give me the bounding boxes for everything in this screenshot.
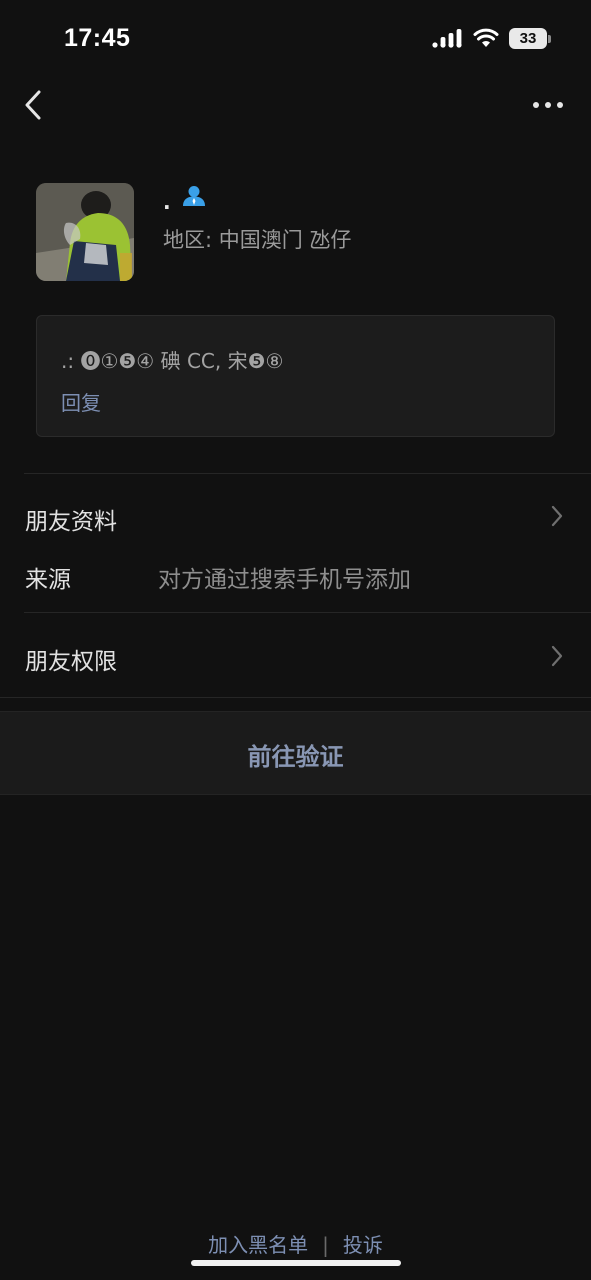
- blacklist-link[interactable]: 加入黑名单: [208, 1229, 308, 1258]
- avatar-photo: [36, 183, 134, 281]
- divider: [0, 697, 591, 698]
- contact-person-icon: [183, 186, 205, 206]
- request-message: .: ⓿①❺④ 碘 CC, 宋❺⑧: [61, 349, 284, 373]
- region-text: 地区: 中国澳门 氹仔: [163, 228, 352, 252]
- report-link[interactable]: 投诉: [343, 1229, 383, 1258]
- chevron-right-icon: [551, 645, 563, 667]
- friend-permissions-label: 朋友权限: [25, 649, 117, 675]
- battery-icon: 33: [509, 28, 547, 49]
- signal-icon: [432, 29, 462, 48]
- wifi-icon: [473, 28, 499, 47]
- divider: [24, 612, 591, 613]
- footer-separator: |: [322, 1233, 329, 1257]
- message-card: .: ⓿①❺④ 碘 CC, 宋❺⑧ 回复: [36, 315, 555, 437]
- source-value: 对方通过搜索手机号添加: [158, 567, 411, 593]
- source-label: 来源: [25, 567, 71, 593]
- status-time: 17:45: [64, 24, 131, 52]
- divider: [24, 473, 591, 474]
- more-button[interactable]: [528, 90, 568, 120]
- chevron-right-icon: [551, 505, 563, 527]
- friend-profile-label: 朋友资料: [25, 509, 117, 535]
- friend-profile-screen: 17:45 33 . 地区: 中国澳门 氹仔 .: ⓿①❺④ 碘 CC, 宋❺⑧…: [0, 0, 591, 1280]
- nickname: .: [163, 190, 171, 214]
- back-button[interactable]: [18, 84, 54, 126]
- reply-link[interactable]: 回复: [61, 387, 101, 416]
- home-indicator[interactable]: [191, 1260, 401, 1266]
- verify-button-label: 前往验证: [247, 743, 344, 771]
- avatar[interactable]: [36, 183, 134, 281]
- status-bar: 17:45 33: [0, 0, 591, 78]
- footer-links: 加入黑名单 | 投诉: [0, 1229, 591, 1258]
- verify-button[interactable]: 前往验证: [0, 711, 591, 795]
- battery-nub: [548, 35, 551, 43]
